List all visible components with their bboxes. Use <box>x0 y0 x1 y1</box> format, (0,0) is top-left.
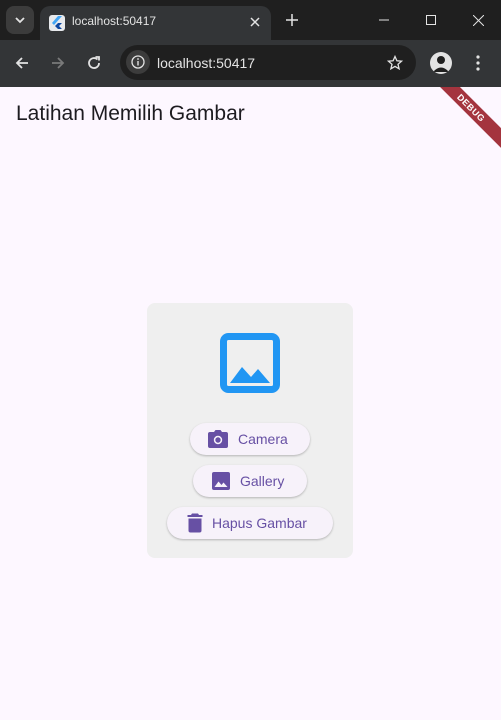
more-vertical-icon <box>476 55 480 71</box>
delete-image-button-label: Hapus Gambar <box>212 515 307 531</box>
back-button[interactable] <box>9 50 35 76</box>
browser-tab-strip: localhost:50417 <box>0 0 501 40</box>
url-text[interactable]: localhost:50417 <box>157 55 255 71</box>
bookmark-button[interactable] <box>384 52 406 74</box>
debug-banner: DEBUG <box>423 87 501 156</box>
maximize-button[interactable] <box>408 0 454 40</box>
profile-avatar[interactable] <box>430 52 452 74</box>
arrow-left-icon <box>15 57 28 69</box>
gallery-button[interactable]: Gallery <box>193 465 307 497</box>
camera-icon <box>208 430 228 448</box>
info-icon <box>131 55 145 69</box>
browser-tab[interactable]: localhost:50417 <box>40 6 271 40</box>
minimize-button[interactable] <box>361 0 407 40</box>
tab-close-button[interactable] <box>245 12 265 32</box>
gallery-button-label: Gallery <box>240 473 285 489</box>
arrow-right-icon <box>52 57 65 69</box>
reload-icon <box>88 56 100 69</box>
new-tab-button[interactable] <box>280 8 304 32</box>
app-page: Latihan Memilih Gambar DEBUG Camera Gall… <box>0 87 501 720</box>
chevron-down-icon <box>15 17 25 24</box>
browser-menu-button[interactable] <box>467 51 489 75</box>
page-title: Latihan Memilih Gambar <box>16 102 245 125</box>
flutter-favicon-icon <box>49 15 65 31</box>
maximize-icon <box>426 15 436 25</box>
site-info-button[interactable] <box>126 50 150 74</box>
close-icon <box>472 14 484 26</box>
image-icon <box>220 333 280 393</box>
forward-button[interactable] <box>45 50 71 76</box>
close-icon <box>250 17 260 27</box>
window-close-button[interactable] <box>455 0 501 40</box>
tab-title: localhost:50417 <box>72 14 157 28</box>
star-icon <box>387 55 403 71</box>
image-picker-card: Camera Gallery Hapus Gambar <box>147 303 353 558</box>
minimize-icon <box>379 19 389 21</box>
tab-search-button[interactable] <box>6 6 34 34</box>
reload-button[interactable] <box>81 50 107 76</box>
camera-button-label: Camera <box>238 431 288 447</box>
camera-button[interactable]: Camera <box>190 423 310 455</box>
image-icon <box>212 472 230 490</box>
plus-icon <box>286 14 298 26</box>
browser-toolbar: localhost:50417 <box>0 40 501 87</box>
person-icon <box>433 56 449 72</box>
delete-image-button[interactable]: Hapus Gambar <box>167 507 333 539</box>
trash-icon <box>187 513 203 533</box>
address-bar[interactable]: localhost:50417 <box>120 45 416 80</box>
